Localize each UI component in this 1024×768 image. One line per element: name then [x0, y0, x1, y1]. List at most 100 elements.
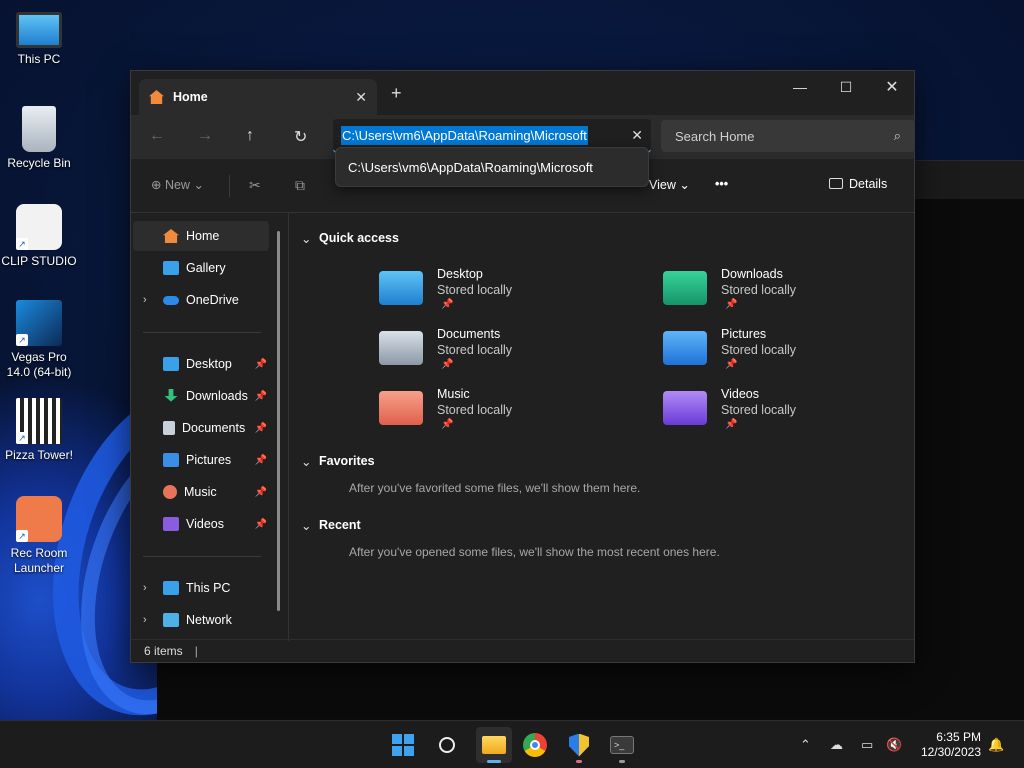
sidebar-item-label: Downloads: [186, 389, 248, 403]
chevron-down-icon[interactable]: ⌄: [301, 518, 311, 533]
new-tab-button[interactable]: +: [391, 83, 402, 104]
sidebar-item-pictures[interactable]: Pictures 📌: [133, 445, 269, 475]
section-quick-access[interactable]: ⌄ Quick access: [301, 231, 399, 246]
expand-chevron-icon[interactable]: ›: [143, 582, 147, 594]
pin-icon[interactable]: 📌: [255, 359, 267, 370]
expand-chevron-icon[interactable]: ›: [143, 614, 147, 626]
tab-close-icon[interactable]: ✕: [355, 89, 367, 106]
taskbar: >_ ⌃ ☁ ▭ 🔇 6:35 PM 12/30/2023 🔔: [0, 720, 1024, 768]
details-pane-icon: [829, 178, 843, 189]
item-status: Stored locally: [721, 283, 797, 297]
picture-icon: [163, 453, 179, 467]
up-button[interactable]: ↑: [246, 127, 254, 145]
sidebar-item-label: Videos: [186, 517, 224, 531]
chevron-down-icon[interactable]: ⌄: [301, 231, 311, 246]
sidebar-item-this-pc[interactable]: › This PC: [133, 573, 269, 603]
search-box[interactable]: Search Home ⌕: [661, 120, 915, 152]
desktop-icon-recycle-bin[interactable]: Recycle Bin: [0, 106, 78, 171]
terminal-taskbar-button[interactable]: >_: [608, 731, 636, 763]
desktop-icon-clip-studio[interactable]: ↗ CLIP STUDIO: [0, 204, 78, 269]
volume-muted-icon[interactable]: 🔇: [886, 737, 902, 753]
vegas-pro-icon: ↗: [16, 300, 62, 346]
sidebar-item-label: Home: [186, 229, 220, 243]
videos-folder-icon: [663, 391, 707, 425]
clock[interactable]: 6:35 PM 12/30/2023: [921, 730, 981, 760]
pin-icon: 📌: [725, 299, 738, 310]
pin-icon[interactable]: 📌: [255, 519, 267, 530]
file-explorer-taskbar-button[interactable]: [476, 727, 512, 763]
quick-access-item-pictures[interactable]: Pictures Stored locally 📌: [663, 327, 883, 383]
chrome-icon: [523, 733, 547, 757]
tab-home[interactable]: Home ✕: [139, 79, 377, 115]
section-favorites[interactable]: ⌄ Favorites: [301, 454, 375, 469]
sidebar-item-label: Desktop: [186, 357, 232, 371]
section-title: Favorites: [319, 454, 375, 468]
chrome-taskbar-button[interactable]: [521, 731, 549, 759]
sidebar-item-home[interactable]: Home: [133, 221, 269, 251]
quick-access-item-desktop[interactable]: Desktop Stored locally 📌: [379, 267, 599, 323]
forward-button[interactable]: →: [197, 127, 213, 145]
search-taskbar-button[interactable]: [433, 731, 461, 759]
more-options-icon[interactable]: •••: [715, 177, 728, 191]
desktop-folder-icon: [379, 271, 423, 305]
cut-icon[interactable]: ✂: [249, 177, 261, 194]
notification-bell-icon[interactable]: 🔔: [988, 737, 1004, 753]
pin-icon[interactable]: 📌: [255, 455, 267, 466]
sidebar-item-gallery[interactable]: Gallery: [133, 253, 269, 283]
pin-icon: 📌: [441, 299, 454, 310]
close-button[interactable]: ✕: [869, 71, 915, 103]
show-hidden-icons-button[interactable]: ⌃: [800, 737, 811, 753]
sidebar-scrollbar[interactable]: [277, 231, 280, 611]
sidebar-item-network[interactable]: › Network: [133, 605, 269, 635]
desktop-icon-vegas-pro[interactable]: ↗ Vegas Pro 14.0 (64-bit): [0, 300, 78, 380]
refresh-button[interactable]: ↻: [294, 127, 307, 147]
clear-address-icon[interactable]: ✕: [631, 127, 643, 144]
recent-empty-message: After you've opened some files, we'll sh…: [349, 545, 720, 559]
search-icon: [439, 737, 455, 753]
copy-icon[interactable]: ⧉: [295, 177, 305, 194]
address-suggestion[interactable]: C:\Users\vm6\AppData\Roaming\Microsoft: [335, 147, 649, 187]
search-icon: ⌕: [893, 128, 901, 143]
desktop-icon-this-pc[interactable]: This PC: [0, 10, 78, 67]
network-icon[interactable]: ▭: [861, 737, 873, 753]
desktop-icon-label: Vegas Pro 14.0 (64-bit): [6, 350, 72, 379]
expand-chevron-icon[interactable]: ›: [143, 294, 147, 306]
sidebar-item-downloads[interactable]: Downloads 📌: [133, 381, 269, 411]
documents-folder-icon: [379, 331, 423, 365]
item-name: Videos: [721, 387, 759, 401]
quick-access-item-music[interactable]: Music Stored locally 📌: [379, 387, 599, 443]
security-taskbar-button[interactable]: [565, 731, 593, 763]
favorites-empty-message: After you've favorited some files, we'll…: [349, 481, 641, 495]
quick-access-item-downloads[interactable]: Downloads Stored locally 📌: [663, 267, 883, 323]
address-input[interactable]: C:\Users\vm6\AppData\Roaming\Microsoft: [341, 125, 588, 145]
back-button[interactable]: ←: [149, 127, 165, 145]
sidebar-item-documents[interactable]: Documents 📌: [133, 413, 269, 443]
quick-access-item-documents[interactable]: Documents Stored locally 📌: [379, 327, 599, 383]
new-button[interactable]: ⊕ New ⌄: [151, 177, 204, 192]
pin-icon[interactable]: 📌: [255, 423, 267, 434]
sidebar-item-music[interactable]: Music 📌: [133, 477, 269, 507]
details-button[interactable]: Details: [829, 177, 887, 191]
desktop-icon-rec-room[interactable]: ↗ Rec Room Launcher: [0, 496, 78, 576]
sidebar-item-desktop[interactable]: Desktop 📌: [133, 349, 269, 379]
suggestion-text: C:\Users\vm6\AppData\Roaming\Microsoft: [348, 159, 593, 175]
search-input[interactable]: Search Home: [675, 129, 754, 144]
view-button[interactable]: View ⌄: [649, 177, 690, 192]
pin-icon[interactable]: 📌: [255, 391, 267, 402]
sidebar-item-label: Music: [184, 485, 217, 499]
onedrive-offline-icon[interactable]: ☁: [830, 737, 843, 753]
clip-studio-icon: ↗: [16, 204, 62, 250]
minimize-button[interactable]: —: [777, 71, 823, 103]
chevron-down-icon: ⌄: [679, 178, 690, 192]
document-icon: [163, 421, 175, 435]
quick-access-item-videos[interactable]: Videos Stored locally 📌: [663, 387, 883, 443]
start-button[interactable]: [389, 731, 417, 759]
sidebar-item-videos[interactable]: Videos 📌: [133, 509, 269, 539]
chevron-down-icon[interactable]: ⌄: [301, 454, 311, 469]
maximize-button[interactable]: ☐: [823, 71, 869, 103]
sidebar-item-onedrive[interactable]: › OneDrive: [133, 285, 269, 315]
section-recent[interactable]: ⌄ Recent: [301, 518, 361, 533]
desktop-icon-pizza-tower[interactable]: ↗ Pizza Tower!: [0, 398, 78, 463]
pin-icon[interactable]: 📌: [255, 487, 267, 498]
status-bar: 6 items |: [131, 639, 914, 662]
